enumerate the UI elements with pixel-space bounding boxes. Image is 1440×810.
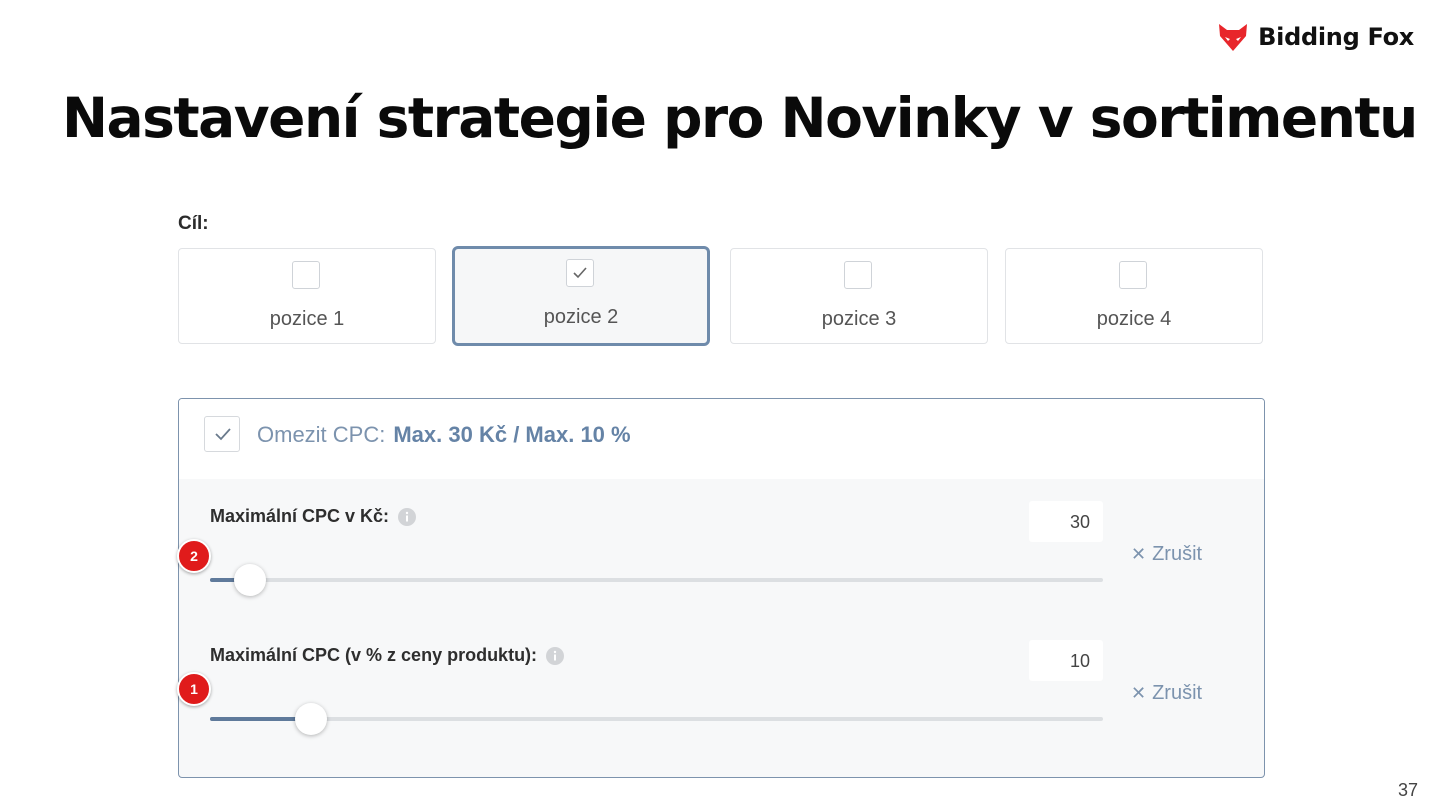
max-cpc-percent-slider[interactable] [210, 703, 1103, 735]
goal-option-label: pozice 3 [821, 308, 897, 330]
goal-checkbox[interactable] [1119, 261, 1147, 289]
cpc-limit-panel: Omezit CPC: Max. 30 Kč / Max. 10 % Maximá… [178, 398, 1265, 778]
cancel-label: Zrušit [1152, 543, 1203, 565]
goal-checkbox[interactable] [292, 261, 320, 289]
goal-checkbox[interactable] [566, 259, 594, 287]
page-title: Nastavení strategie pro Novinky v sortim… [62, 86, 1418, 150]
info-icon[interactable] [397, 507, 417, 527]
max-cpc-percent-label: Maximální CPC (v % z ceny produktu): [210, 645, 565, 666]
step-badge-2: 2 [177, 539, 211, 573]
max-cpc-czk-label: Maximální CPC v Kč: [210, 506, 417, 527]
step-badge-1: 1 [177, 672, 211, 706]
slider-thumb[interactable] [294, 703, 327, 735]
field-label-text: Maximální CPC v Kč: [210, 506, 390, 526]
goal-option-label: pozice 2 [543, 306, 619, 328]
cpc-limit-header: Omezit CPC: Max. 30 Kč / Max. 10 % [179, 399, 1264, 479]
goal-option-pozice-4[interactable]: pozice 4 [1005, 248, 1263, 344]
goal-option-label: pozice 4 [1096, 308, 1172, 330]
max-cpc-czk-slider[interactable] [210, 564, 1103, 596]
goal-option-label: pozice 1 [269, 308, 345, 330]
limit-cpc-summary: Max. 30 Kč / Max. 10 % [393, 422, 631, 447]
cancel-label: Zrušit [1152, 682, 1203, 704]
field-label-text: Maximální CPC (v % z ceny produktu): [210, 645, 538, 665]
check-icon [215, 428, 231, 441]
cancel-max-cpc-percent-button[interactable]: ✕ Zrušit [1131, 682, 1202, 705]
goal-option-pozice-3[interactable]: pozice 3 [730, 248, 988, 344]
goal-checkbox[interactable] [844, 261, 872, 289]
fox-head-icon [1219, 24, 1248, 51]
close-icon: ✕ [1131, 683, 1147, 703]
limit-cpc-title: Omezit CPC: [257, 422, 386, 447]
limit-cpc-label: Omezit CPC: Max. 30 Kč / Max. 10 % [257, 422, 631, 448]
limit-cpc-checkbox[interactable] [204, 416, 240, 452]
goal-option-pozice-1[interactable]: pozice 1 [178, 248, 436, 344]
brand-logo: Bidding Fox [1216, 20, 1414, 54]
brand-name: Bidding Fox [1258, 23, 1414, 51]
close-icon: ✕ [1131, 544, 1147, 564]
max-cpc-czk-input[interactable]: 30 [1029, 501, 1103, 542]
page-number: 37 [1397, 780, 1418, 800]
goal-label: Cíl: [178, 213, 209, 234]
check-icon [573, 267, 587, 279]
slider-thumb[interactable] [234, 564, 267, 596]
info-icon[interactable] [545, 646, 565, 666]
max-cpc-percent-input[interactable]: 10 [1029, 640, 1103, 681]
cancel-max-cpc-czk-button[interactable]: ✕ Zrušit [1131, 543, 1202, 566]
goal-option-pozice-2[interactable]: pozice 2 [452, 246, 710, 346]
